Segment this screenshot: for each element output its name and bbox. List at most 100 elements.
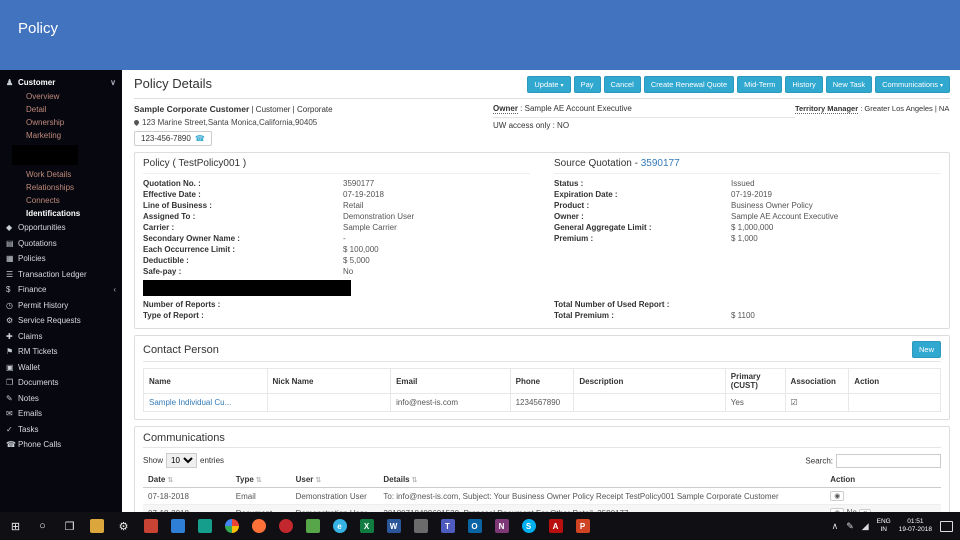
page-size-select[interactable]: 10 [166,453,197,468]
taskbar-icon-teams[interactable]: T [434,512,461,540]
sidebar-item-service-requests[interactable]: ⚙ Service Requests [0,313,122,329]
comm-user-cell: Demonstration User [291,488,379,505]
edge-icon: e [333,519,347,533]
sidebar-item-phone-calls[interactable]: ☎ Phone Calls [0,437,122,453]
taskbar-icon-task-view[interactable]: ❐ [56,512,83,540]
taskbar-icon-onenote[interactable]: N [488,512,515,540]
app-icon [144,519,158,533]
sidebar-item-ownership[interactable]: Ownership [0,116,122,129]
start-button[interactable]: ⊞ [2,512,29,540]
button-label: New [919,345,934,354]
taskbar-icon-word[interactable]: W [380,512,407,540]
sidebar-item-finance[interactable]: $ Finance ‹ [0,282,122,298]
sidebar-item-quotations[interactable]: ▤ Quotations [0,236,122,252]
taskbar-icon-acrobat[interactable]: A [542,512,569,540]
owner-value: : Sample AE Account Executive [520,104,632,113]
taskbar-icon-app-gray[interactable] [407,512,434,540]
cancel-button[interactable]: Cancel [604,76,641,93]
sidebar-item-emails[interactable]: ✉ Emails [0,406,122,422]
contact-header-row: Name Nick Name Email Phone Description P… [144,369,941,394]
column-header-sortable[interactable]: Details⇅ [378,472,825,488]
sidebar-item-permit-history[interactable]: ◷ Permit History [0,298,122,314]
sidebar-item-label: Relationships [26,183,74,192]
column-header: Action [849,369,941,394]
update-button[interactable]: Update▾ [527,76,570,93]
taskbar-icon-app-red[interactable] [137,512,164,540]
sidebar-item-claims[interactable]: ✚ Claims [0,329,122,345]
customer-name-line: Sample Corporate Customer | Customer | C… [134,104,493,114]
sidebar-item-label: Marketing [26,131,61,140]
column-header-sortable[interactable]: Type⇅ [231,472,291,488]
network-icon[interactable]: ◢ [862,521,869,532]
contact-name-link[interactable]: Sample Individual Cu... [149,398,231,407]
language-indicator[interactable]: ENG IN [877,518,891,534]
sidebar-item-wallet[interactable]: ▣ Wallet [0,360,122,376]
sidebar-item-overview[interactable]: Overview [0,90,122,103]
sidebar-item-label: Permit History [18,301,116,310]
create-renewal-quote-button[interactable]: Create Renewal Quote [644,76,734,93]
sidebar-item-marketing[interactable]: Marketing [0,129,122,142]
language-code: ENG [877,518,891,526]
taskbar-icon-file-explorer[interactable] [83,512,110,540]
field-value: Sample AE Account Executive [731,211,838,222]
source-quotation-link[interactable]: 3590177 [641,158,680,169]
mid-term-button[interactable]: Mid-Term [737,76,782,93]
page-title: Policy Details [134,76,212,91]
taskbar-icon-edge[interactable]: e [326,512,353,540]
sidebar-item-tasks[interactable]: ✓ Tasks [0,422,122,438]
field-value: $ 1,000 [731,233,758,244]
taskbar-icon-chrome[interactable] [218,512,245,540]
toolbar: Update▾ Pay Cancel Create Renewal Quote … [527,76,950,93]
clock[interactable]: 01:51 19-07-2018 [899,518,932,534]
sidebar-item-rm-tickets[interactable]: ⚑ RM Tickets [0,344,122,360]
customer-phone-box[interactable]: 123-456-7890☎ [134,131,212,146]
sidebar-item-detail[interactable]: Detail [0,103,122,116]
sidebar-item-documents[interactable]: ❐ Documents [0,375,122,391]
taskbar-icon-firefox[interactable] [245,512,272,540]
sidebar-item-relationships[interactable]: Relationships [0,181,122,194]
taskbar-icon-settings[interactable]: ⚙ [110,512,137,540]
taskbar-icon-opera[interactable] [272,512,299,540]
taskbar-apps: ⊞ ○ ❐ ⚙ e X W T O N S A P [2,512,596,540]
sidebar-item-opportunities[interactable]: ◆ Opportunities [0,220,122,236]
page-header-title: Policy [0,0,960,37]
taskbar-icon-search[interactable]: ○ [29,512,56,540]
pen-icon[interactable]: ✎ [846,521,854,532]
customer-icon: ♟ [6,78,18,87]
view-icon[interactable]: ◉ [830,491,844,501]
taskbar-icon-outlook[interactable]: O [461,512,488,540]
taskbar-icon-app-teal[interactable] [191,512,218,540]
taskbar-icon-powerpoint[interactable]: P [569,512,596,540]
sidebar-item-transaction-ledger[interactable]: ☰ Transaction Ledger [0,267,122,283]
association-checkbox[interactable]: ☑ [791,398,798,407]
column-header: Action [825,472,941,488]
search-input[interactable] [836,454,941,468]
column-header-sortable[interactable]: Date⇅ [143,472,231,488]
field-label: Product : [554,200,731,211]
communications-button[interactable]: Communications▾ [875,76,950,93]
pay-button[interactable]: Pay [574,76,601,93]
field-label: Safe-pay : [143,266,343,277]
sidebar-item-notes[interactable]: ✎ Notes [0,391,122,407]
opera-icon [279,519,293,533]
sidebar-item-identifications[interactable]: Identifications [0,207,122,220]
taskbar-icon-skype[interactable]: S [515,512,542,540]
sidebar-item-work-details[interactable]: Work Details [0,168,122,181]
comm-user-cell: Demonstration User [291,505,379,513]
field-label: Total Number of Used Report : [554,299,731,310]
windows-start-icon: ⊞ [11,520,20,533]
column-header-sortable[interactable]: User⇅ [291,472,379,488]
sidebar-item-policies[interactable]: ▦ Policies [0,251,122,267]
new-contact-button[interactable]: New [912,341,941,358]
taskbar-icon-app-green[interactable] [299,512,326,540]
hidden-icons-chevron[interactable]: ∧ [832,521,839,532]
action-center-icon[interactable] [940,521,953,532]
sidebar-item-customer[interactable]: ♟ Customer ∨ [0,74,122,90]
source-quotation-title: Source Quotation - 3590177 [554,158,941,174]
history-button[interactable]: History [785,76,822,93]
taskbar-icon-app-blue[interactable] [164,512,191,540]
customer-address: 123 Marine Street,Santa Monica,Californi… [142,118,317,127]
taskbar-icon-excel[interactable]: X [353,512,380,540]
sidebar-item-connects[interactable]: Connects [0,194,122,207]
new-task-button[interactable]: New Task [826,76,872,93]
